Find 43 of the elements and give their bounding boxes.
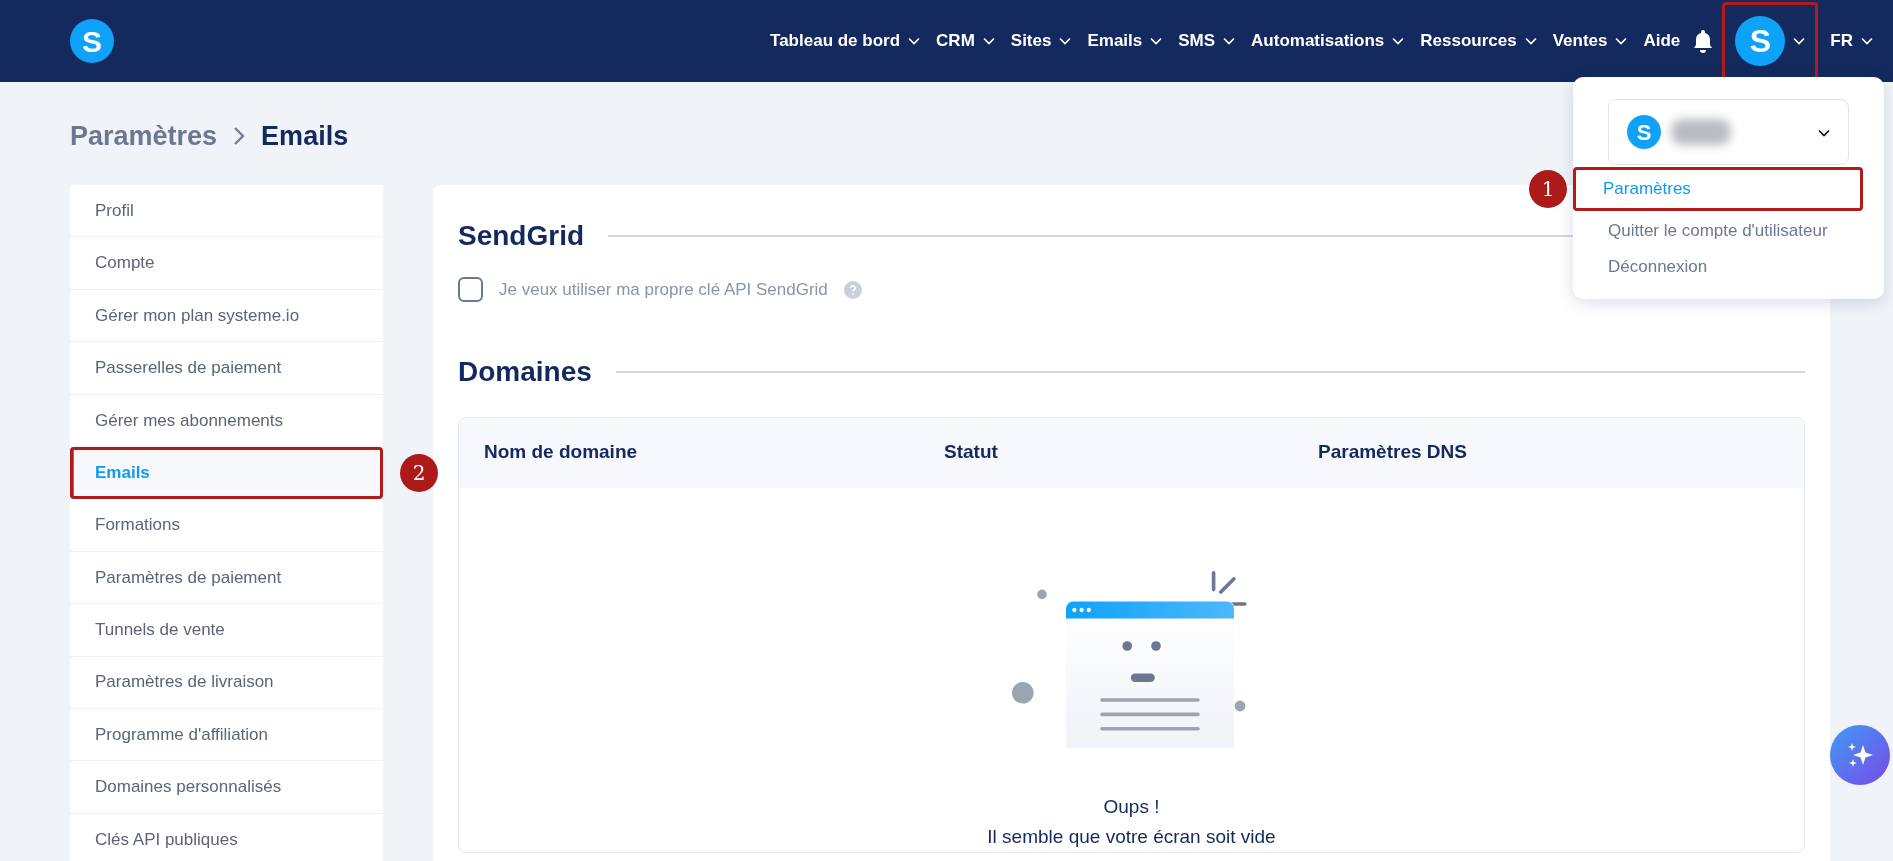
nav-menu[interactable]: Sites <box>1002 28 1080 54</box>
empty-state-message: Il semble que votre écran soit vide <box>987 824 1276 849</box>
step-badge: 1 <box>1529 170 1567 208</box>
section-title: SendGrid <box>458 219 584 253</box>
nav-menu[interactable]: Tableau de bord <box>762 28 929 54</box>
nav-menu[interactable]: CRM <box>928 28 1003 54</box>
chevron-right-icon <box>233 126 246 146</box>
chevron-icon <box>1524 37 1537 45</box>
chevron-icon <box>1818 128 1830 137</box>
column-header: Nom de domaine <box>484 440 639 465</box>
nav-menu[interactable]: Ressources <box>1412 28 1545 54</box>
bell-icon[interactable] <box>1692 29 1715 53</box>
menu-item[interactable]: Quitter le compte d'utilisateur <box>1573 213 1884 249</box>
column-header: Paramètres DNS <box>1318 440 1467 465</box>
nav-menu[interactable]: Automatisations <box>1243 28 1413 54</box>
section-title: Domaines <box>458 354 592 389</box>
chevron-icon <box>1059 37 1072 45</box>
chevron-icon <box>1615 37 1628 45</box>
chevron-icon <box>982 37 995 45</box>
redacted-name <box>1671 119 1731 145</box>
chevron-icon <box>1392 37 1405 45</box>
checkbox-label: Je veux utiliser ma propre clé API SendGrid <box>499 279 828 301</box>
chevron-icon <box>1861 37 1873 45</box>
column-header: Statut <box>944 440 999 465</box>
breadcrumb-item: Emails <box>261 119 349 153</box>
checkbox[interactable] <box>458 277 483 303</box>
nav-menu[interactable]: Ventes <box>1544 28 1636 54</box>
breadcrumb-item[interactable]: Paramètres <box>70 115 218 157</box>
chevron-icon <box>1150 37 1163 45</box>
chevron-icon <box>1793 37 1806 45</box>
nav-menu[interactable]: SMS <box>1170 28 1244 54</box>
language-menu[interactable]: FR <box>1822 28 1881 54</box>
chevron-icon <box>1223 37 1236 45</box>
step-badge: 2 <box>400 453 438 492</box>
account-avatar: S <box>1627 115 1661 149</box>
ai-assistant-button[interactable] <box>1830 725 1890 785</box>
nav-menu[interactable]: Emails <box>1079 28 1171 54</box>
sidebar-item[interactable]: Profil <box>70 185 383 238</box>
nav-menu[interactable]: Aide <box>1635 28 1689 54</box>
avatar: S <box>1735 16 1786 66</box>
empty-state-title: Oups ! <box>1103 794 1160 819</box>
menu-item[interactable]: Déconnexion <box>1573 249 1884 285</box>
chevron-icon <box>908 37 921 45</box>
